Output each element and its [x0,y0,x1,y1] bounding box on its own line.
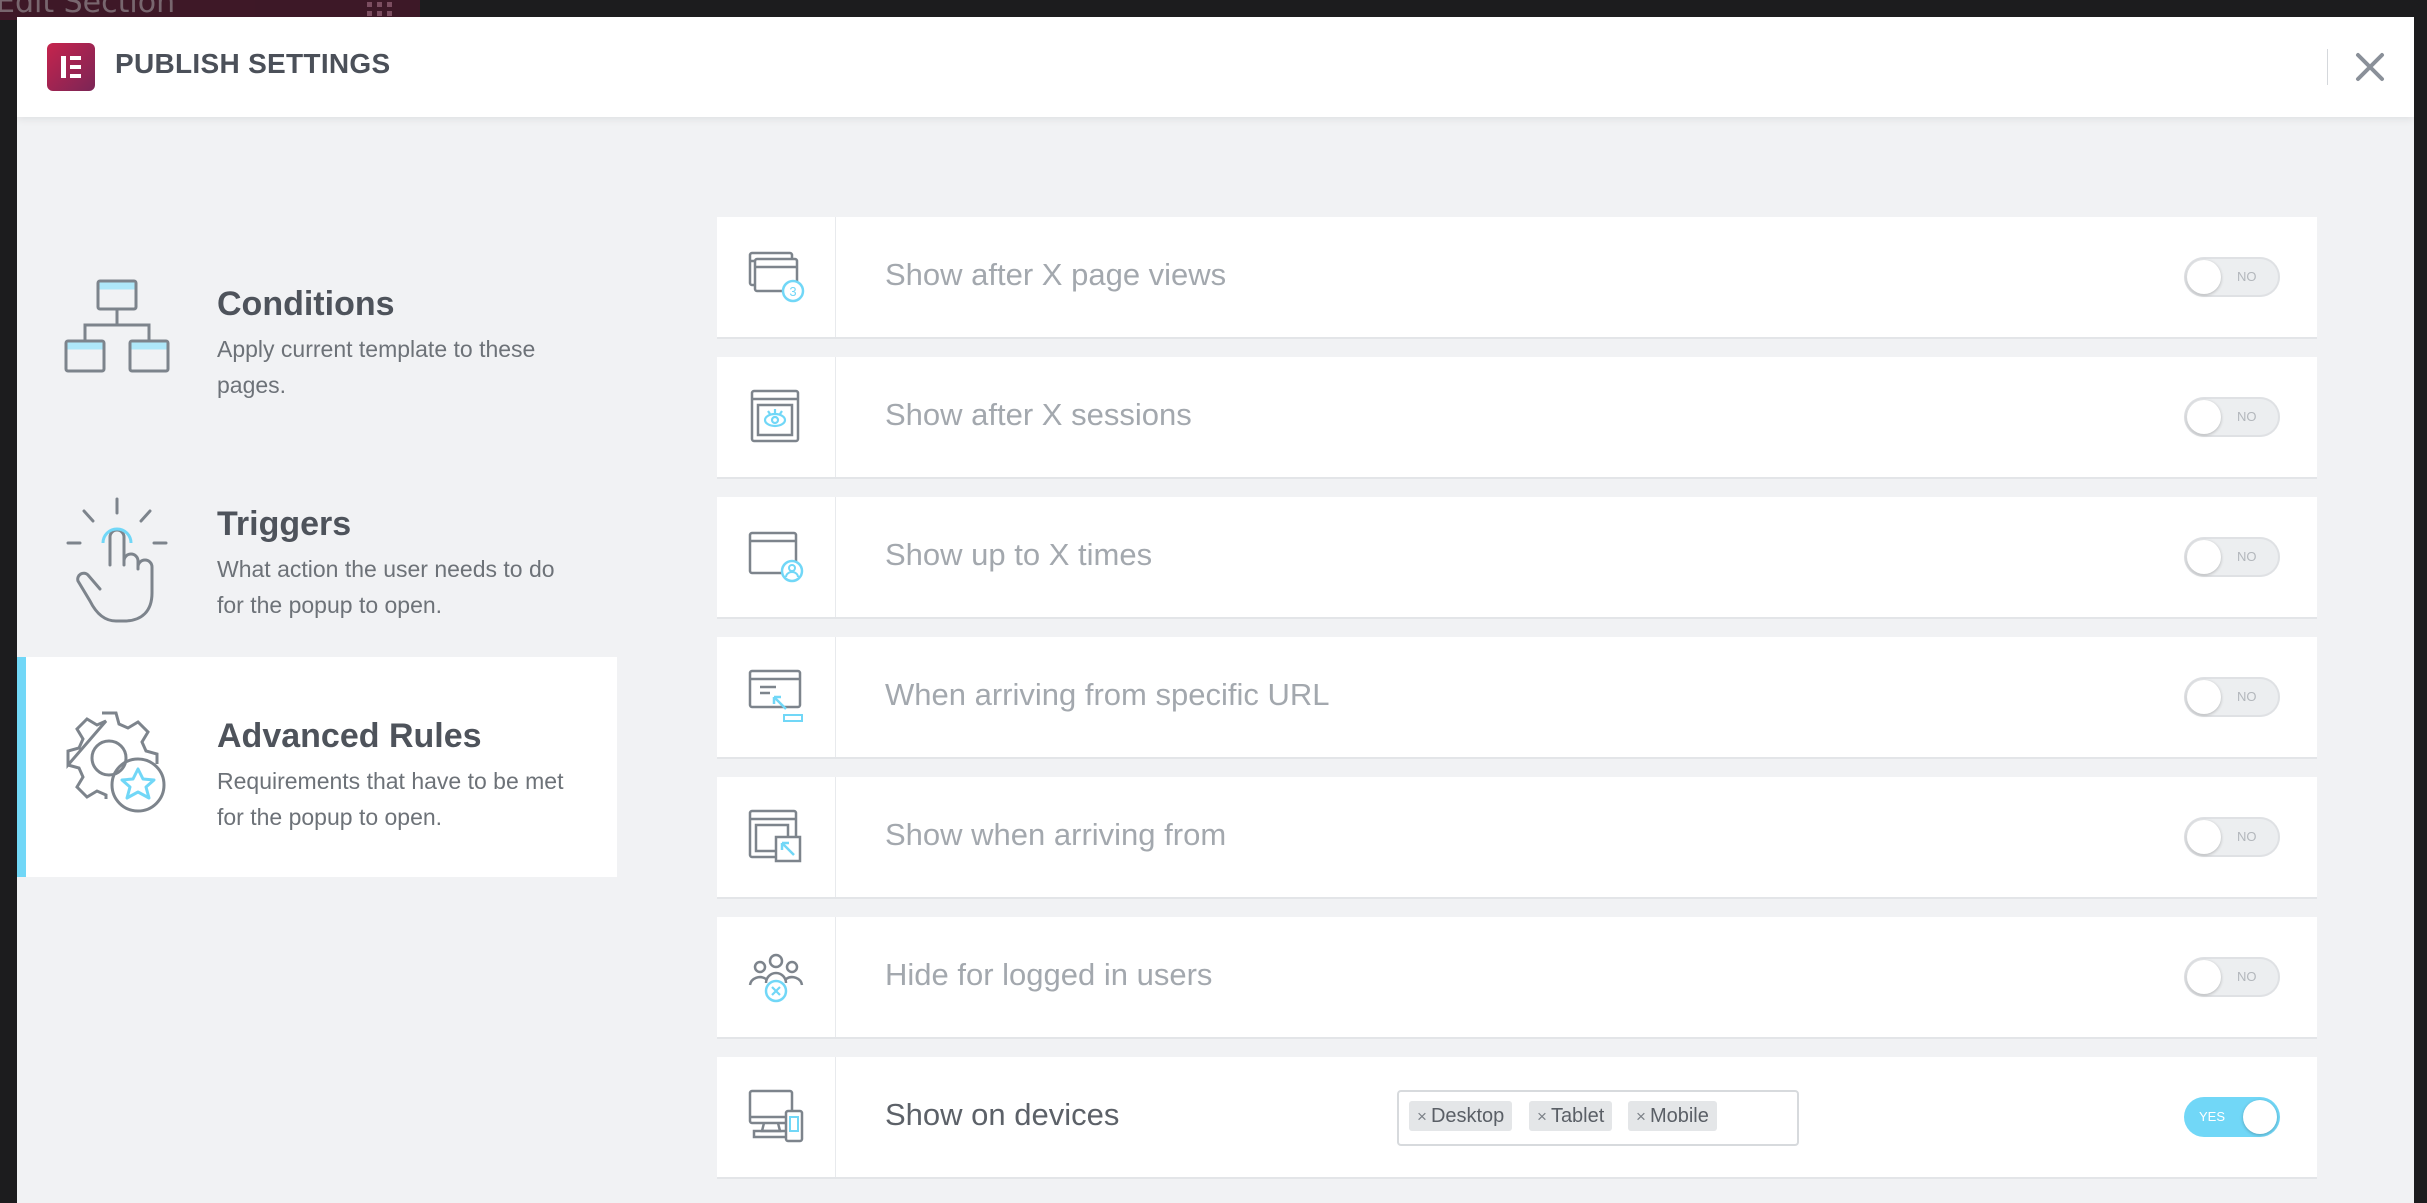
rule-toggle[interactable]: NO [2184,537,2280,577]
remove-tag-icon[interactable]: × [1636,1107,1646,1126]
svg-text:3: 3 [789,284,796,299]
device-tag-mobile[interactable]: × Mobile [1628,1101,1717,1131]
rule-toggle[interactable]: NO [2184,817,2280,857]
rule-label: Show after X sessions [885,397,1192,432]
close-icon[interactable] [2350,47,2390,87]
device-tag-label: Tablet [1550,1105,1605,1127]
devices-select[interactable]: × Desktop × Tablet × Mobile [1397,1090,1799,1146]
sidebar-item-desc: What action the user needs to do for the… [217,556,555,618]
rule-label: Hide for logged in users [885,957,1213,992]
rule-row-arriving-from: Show when arriving from NO [717,777,2317,897]
sidebar-item-title: Triggers [217,505,352,543]
sessions-icon [750,389,800,443]
sidebar-item-desc: Requirements that have to be met for the… [217,768,564,830]
remove-tag-icon[interactable]: × [1537,1107,1547,1126]
rule-row-sessions: Show after X sessions NO [717,357,2317,477]
rule-label: Show up to X times [885,537,1153,572]
hand-tap-icon [66,497,168,623]
toggle-state: NO [2237,409,2257,424]
toggle-state: NO [2237,269,2257,284]
rule-label: Show after X page views [885,257,1227,292]
rule-toggle[interactable]: NO [2184,957,2280,997]
remove-tag-icon[interactable]: × [1417,1107,1427,1126]
rule-row-page-views: 3 Show after X page views NO [717,217,2317,337]
gear-star-icon [66,711,166,813]
toggle-state: NO [2237,549,2257,564]
rule-row-logged-in: Hide for logged in users NO [717,917,2317,1037]
toggle-knob [2187,260,2221,294]
toggle-state: NO [2237,829,2257,844]
toggle-knob [2243,1100,2277,1134]
toggle-knob [2187,540,2221,574]
device-tag-desktop[interactable]: × Desktop [1409,1101,1513,1131]
rule-row-specific-url: When arriving from specific URL NO [717,637,2317,757]
header-divider [2327,49,2328,85]
device-tag-label: Desktop [1430,1105,1505,1127]
toggle-knob [2187,820,2221,854]
rules-panel: 3 Show after X page views NO Show after … [617,117,2414,1203]
page-views-icon: 3 [748,251,805,303]
sidebar-item-desc: Apply current template to these pages. [217,336,536,398]
device-tag-tablet[interactable]: × Tablet [1529,1101,1613,1131]
url-arrival-icon [748,669,803,722]
rule-row-times: Show up to X times NO [717,497,2317,617]
sidebar-item-title: Conditions [217,285,395,323]
toggle-state: NO [2237,689,2257,704]
background-grid-icon [367,2,392,16]
arriving-from-icon [748,809,802,863]
sitemap-icon [64,279,170,373]
settings-sidebar: Conditions Apply current template to the… [17,117,618,1203]
devices-icon [748,1089,804,1143]
rule-toggle[interactable]: NO [2184,257,2280,297]
rule-label: Show when arriving from [885,817,1227,852]
user-window-icon [748,531,804,583]
toggle-knob [2187,960,2221,994]
rule-toggle[interactable]: YES [2184,1097,2280,1137]
modal-header: PUBLISH SETTINGS [17,17,2414,117]
device-tag-label: Mobile [1649,1105,1709,1127]
modal-title: PUBLISH SETTINGS [115,48,391,79]
rule-row-devices: Show on devices × Desktop × Tablet × Mobile… [717,1057,2317,1177]
toggle-state: YES [2199,1109,2226,1124]
elementor-logo-icon [47,43,95,91]
toggle-state: NO [2237,969,2257,984]
publish-settings-modal: PUBLISH SETTINGS Conditions Apply curren… [17,17,2414,1203]
toggle-knob [2187,400,2221,434]
rule-toggle[interactable]: NO [2184,397,2280,437]
sidebar-item-title: Advanced Rules [217,717,482,755]
sidebar-item-advanced-rules[interactable]: Advanced Rules Requirements that have to… [17,657,617,877]
rule-label: Show on devices [885,1097,1120,1132]
toggle-knob [2187,680,2221,714]
users-hidden-icon [748,953,804,1003]
rule-toggle[interactable]: NO [2184,677,2280,717]
sidebar-item-conditions[interactable]: Conditions Apply current template to the… [17,117,617,398]
rule-label: When arriving from specific URL [885,677,1330,712]
